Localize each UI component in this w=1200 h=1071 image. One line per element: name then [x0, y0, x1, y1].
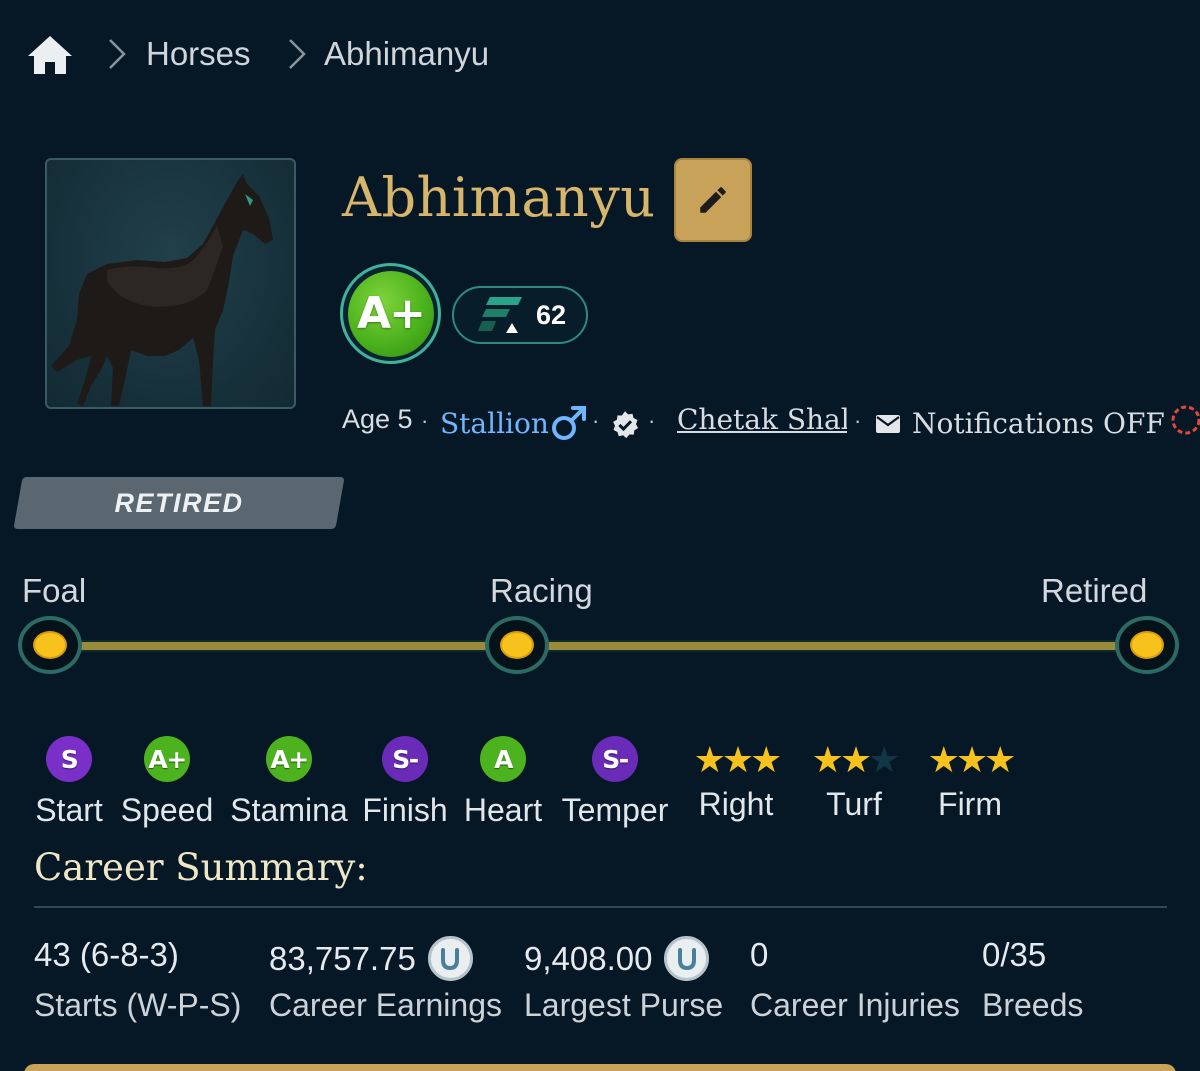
horse-sex: Stallion [440, 407, 549, 440]
notifications-toggle[interactable]: Notifications OFF [912, 407, 1165, 440]
attribute-label: Stamina [230, 792, 348, 828]
stat-injuries-label: Career Injuries [750, 987, 960, 1023]
attribute-heart: A Heart [460, 736, 546, 829]
star-rating: ★★★ [811, 739, 901, 780]
star-icon: ★ [693, 739, 726, 780]
rating-pill[interactable]: 62 [452, 286, 588, 344]
attribute-finish: S- Finish [361, 736, 449, 829]
bottom-action-bar[interactable] [24, 1064, 1176, 1071]
breadcrumb-horses[interactable]: Horses [146, 35, 251, 73]
grade-badge: S- [592, 736, 638, 782]
career-summary-title: Career Summary: [34, 846, 368, 889]
star-icon: ★ [721, 739, 754, 780]
star-icon: ★ [984, 739, 1016, 780]
separator-dot: · [592, 408, 600, 433]
preference-right: ★★★ Right [684, 742, 788, 823]
grade-badge: A [480, 736, 526, 782]
separator-dot: · [648, 408, 656, 433]
horse-portrait [45, 158, 296, 409]
stat-value: 0 [750, 936, 769, 973]
star-icon: ★ [750, 739, 782, 780]
stat-purse-label: Largest Purse [524, 987, 724, 1023]
stat-value: 83,757.75 [269, 939, 416, 977]
stat-starts-label: Starts (W-P-S) [34, 987, 242, 1023]
stat-injuries-value: 0 [750, 936, 768, 974]
preference-turf: ★★★ Turf [802, 742, 906, 823]
edit-name-button[interactable] [674, 158, 752, 242]
chevron-right-icon [106, 36, 128, 80]
stat-breeds-value: 0/35 [982, 936, 1046, 974]
stage-node-racing [485, 616, 549, 674]
grade-badge: A+ [144, 736, 190, 782]
attribute-temper: S- Temper [558, 736, 672, 829]
star-icon: ★ [955, 739, 988, 780]
separator-dot: · [421, 408, 429, 433]
stage-label-racing: Racing [490, 572, 593, 609]
stat-breeds-label: Breeds [982, 987, 1084, 1023]
divider [34, 906, 1167, 908]
loading-spinner-icon [1168, 402, 1200, 443]
chevron-right-icon [286, 36, 308, 80]
preference-label: Right [698, 786, 774, 822]
stat-value: 0/35 [982, 936, 1047, 973]
preference-label: Turf [826, 786, 882, 822]
attribute-label: Start [35, 792, 103, 828]
grade-badge: S [46, 736, 92, 782]
preference-label: Firm [938, 786, 1002, 822]
attribute-stamina: A+ Stamina [229, 736, 349, 829]
separator-dot: · [854, 408, 862, 433]
star-icon: ★ [811, 739, 844, 780]
attribute-speed: A+ Speed [119, 736, 215, 829]
attribute-label: Finish [362, 792, 448, 828]
breadcrumb-current: Abhimanyu [324, 35, 490, 72]
stat-starts-value: 43 (6-8-3) [34, 936, 179, 974]
attribute-label: Speed [120, 792, 214, 828]
stat-purse-value: 9,408.00 [524, 936, 710, 981]
stat-value: 43 (6-8-3) [34, 936, 179, 973]
verified-badge-icon [610, 410, 640, 445]
star-rating: ★★★ [927, 739, 1017, 780]
currency-coin-icon [427, 936, 473, 981]
attribute-label: Heart [463, 792, 543, 828]
rating-logo-icon [478, 297, 522, 333]
stat-earnings-value: 83,757.75 [269, 936, 473, 981]
overall-grade-badge: A+ [340, 263, 441, 364]
home-icon[interactable] [26, 34, 74, 76]
pencil-icon [700, 187, 726, 213]
overall-grade: A+ [347, 270, 434, 357]
lifecycle-track [48, 640, 1148, 652]
attribute-start: S Start [33, 736, 105, 829]
attribute-label: Temper [561, 792, 669, 828]
stat-value: 9,408.00 [524, 939, 653, 977]
horse-name: Abhimanyu [342, 166, 656, 229]
horse-age: Age 5 [342, 404, 413, 434]
preference-firm: ★★★ Firm [918, 742, 1022, 823]
stage-label-foal: Foal [22, 572, 87, 609]
stage-label-retired: Retired [1041, 572, 1148, 609]
mail-icon [875, 414, 901, 439]
star-rating: ★★★ [693, 739, 783, 780]
currency-coin-icon [664, 936, 710, 981]
stage-node-foal [18, 616, 82, 674]
stat-earnings-label: Career Earnings [269, 987, 502, 1023]
star-icon: ★ [839, 739, 872, 780]
status-label: RETIRED [114, 487, 244, 518]
separator-dot: · [1150, 408, 1158, 433]
grade-badge: S- [382, 736, 428, 782]
stage-node-retired [1115, 616, 1179, 674]
male-symbol-icon [551, 404, 587, 447]
rating-value: 62 [536, 299, 567, 330]
star-empty-icon: ★ [868, 739, 900, 780]
grade-badge: A+ [266, 736, 312, 782]
star-icon: ★ [927, 739, 960, 780]
owner-link[interactable]: Chetak Shala [677, 403, 847, 436]
